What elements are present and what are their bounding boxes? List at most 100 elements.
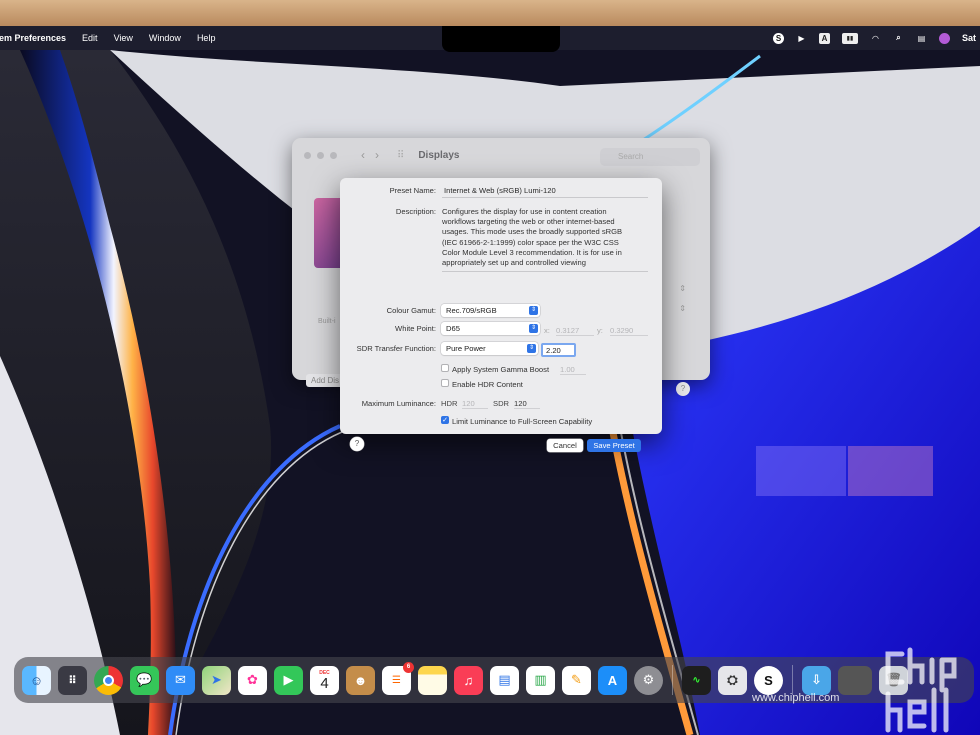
preset-name-field[interactable]: Internet & Web (sRGB) Lumi-120 [444, 186, 556, 195]
builtin-display-label: Built-i [318, 318, 336, 325]
facetime-icon[interactable]: ▶ [274, 665, 303, 695]
s-app-dock-icon[interactable]: S [754, 665, 783, 695]
keynote-icon[interactable]: ▤ [490, 665, 519, 695]
wp-y-field[interactable]: 0.3290 [610, 326, 648, 336]
sdr-label: SDR [493, 399, 510, 408]
maps-icon[interactable]: ➤ [202, 665, 231, 695]
photos-icon[interactable]: ✿ [238, 665, 267, 695]
show-all-grid-icon[interactable]: ⠿ [397, 150, 404, 161]
chevron-updown-icon: ⇕ [529, 324, 538, 333]
sdr-transfer-label: SDR Transfer Function: [356, 344, 436, 353]
chiphell-logo [885, 647, 957, 733]
menu-window[interactable]: Window [141, 33, 189, 43]
siri-icon[interactable] [938, 32, 950, 44]
save-preset-button[interactable]: Save Preset [587, 439, 641, 452]
displays-search-field[interactable]: Search [600, 148, 700, 166]
menubar-clock[interactable]: Sat [962, 33, 976, 43]
back-arrow-icon[interactable]: ‹ [361, 148, 365, 162]
displays-window-title: Displays [418, 149, 460, 161]
messages-icon[interactable]: 💬 [130, 665, 159, 695]
colour-gamut-popup[interactable]: Rec.709/sRGB ⇕ [441, 304, 540, 317]
gamma-boost-field[interactable]: 1.00 [560, 365, 586, 375]
sdr-transfer-value: Pure Power [446, 344, 486, 353]
laptop-bezel [0, 0, 980, 26]
apply-gamma-boost-checkbox[interactable] [441, 364, 449, 372]
colour-gamut-label: Colour Gamut: [386, 306, 436, 315]
preset-name-underline [442, 197, 648, 198]
dock-separator [672, 665, 673, 695]
zoom-window-button[interactable] [330, 151, 337, 159]
contacts-icon[interactable]: ☻ [346, 665, 375, 695]
enable-hdr-checkbox[interactable] [441, 379, 449, 387]
preset-name-label: Preset Name: [389, 186, 436, 195]
mail-icon[interactable]: ✉ [166, 665, 195, 695]
calendar-day: 4 [320, 674, 329, 692]
white-point-value: D65 [446, 324, 460, 333]
menu-edit[interactable]: Edit [74, 33, 106, 43]
hdr-label: HDR [441, 399, 458, 408]
enable-hdr-label[interactable]: Enable HDR Content [452, 380, 523, 389]
wp-x-label: x: [544, 326, 550, 335]
chevron-updown-icon[interactable]: ⇕ [679, 284, 686, 293]
calendar-icon[interactable]: DEC 4 [310, 665, 339, 695]
disk-utility-icon[interactable]: ⛭ [718, 665, 747, 695]
status-area: S ▶ A ▮▮ ◠ ⌕ ▤ Sat [772, 26, 980, 50]
displays-help-button[interactable]: ? [676, 382, 690, 396]
battery-icon[interactable]: ▮▮ [841, 32, 858, 44]
control-center-icon[interactable]: ▤ [916, 33, 927, 44]
menu-view[interactable]: View [106, 33, 141, 43]
reminders-badge: 6 [403, 661, 414, 673]
cancel-button[interactable]: Cancel [547, 439, 583, 452]
close-window-button[interactable] [304, 151, 311, 159]
white-point-popup[interactable]: D65 ⇕ [441, 322, 540, 335]
dock-separator [792, 665, 793, 695]
white-point-label: White Point: [395, 324, 436, 333]
app-store-icon[interactable]: A [598, 665, 627, 695]
finder-icon[interactable]: ☺ [22, 665, 51, 695]
s-app-icon[interactable]: S [772, 32, 784, 44]
chrome-icon[interactable] [94, 665, 123, 695]
description-line: workflows targeting the web or other int… [442, 217, 615, 227]
description-label: Description: [395, 207, 436, 216]
limit-luminance-label[interactable]: Limit Luminance to Full-Screen Capabilit… [452, 417, 592, 426]
wifi-icon[interactable]: ◠ [870, 33, 881, 44]
description-line: usages. This mode uses the broadly suppo… [442, 227, 623, 237]
sheet-help-button[interactable]: ? [350, 437, 364, 451]
wp-x-field[interactable]: 0.3127 [556, 326, 594, 336]
music-icon[interactable]: ♫ [454, 665, 483, 695]
wp-y-label: y: [597, 326, 603, 335]
menu-help[interactable]: Help [189, 33, 224, 43]
limit-luminance-checkbox[interactable]: ✓ [441, 416, 449, 424]
activity-monitor-icon[interactable]: ∿ [682, 665, 711, 695]
description-line: (IEC 61966-2-1:1999) color space per the… [442, 237, 619, 247]
launchpad-icon[interactable]: ⠿ [58, 665, 87, 695]
hdr-luminance-field[interactable]: 120 [462, 399, 488, 409]
max-luminance-label: Maximum Luminance: [361, 399, 436, 408]
minimized-window-icon[interactable] [838, 665, 872, 695]
search-icon[interactable]: ⌕ [893, 33, 904, 44]
gamma-input[interactable]: 2.20 [541, 343, 576, 357]
reminders-icon[interactable]: ☰ 6 [382, 661, 414, 695]
camera-notch [442, 26, 560, 52]
watermark-text: www.chiphell.com [752, 692, 840, 704]
chevron-updown-icon: ⇕ [529, 306, 538, 315]
chevron-updown-icon: ⇕ [527, 344, 536, 353]
menu-app-name[interactable]: tem Preferences [0, 33, 74, 43]
description-line: Configures the display for use in conten… [442, 207, 607, 216]
description-field[interactable]: Configures the display for use in conten… [442, 207, 648, 273]
add-display-button[interactable]: Add Dis [306, 374, 345, 387]
input-source-icon[interactable]: A [818, 32, 830, 44]
minimize-window-button[interactable] [317, 151, 324, 159]
numbers-icon[interactable]: ▥ [526, 665, 555, 695]
system-preferences-icon[interactable]: ⚙ [634, 665, 663, 695]
pages-icon[interactable]: ✎ [562, 665, 591, 695]
sdr-transfer-popup[interactable]: Pure Power ⇕ [441, 342, 538, 355]
sdr-luminance-field[interactable]: 120 [514, 399, 540, 409]
play-icon[interactable]: ▶ [796, 33, 807, 44]
description-line: Color Module Level 3 recommendation. It … [442, 247, 622, 257]
notes-icon[interactable] [418, 665, 447, 695]
apply-gamma-boost-label[interactable]: Apply System Gamma Boost [452, 365, 549, 374]
forward-arrow-icon[interactable]: › [375, 148, 379, 162]
downloads-folder-icon[interactable]: ⇩ [802, 665, 831, 695]
chevron-updown-icon[interactable]: ⇕ [679, 304, 686, 313]
